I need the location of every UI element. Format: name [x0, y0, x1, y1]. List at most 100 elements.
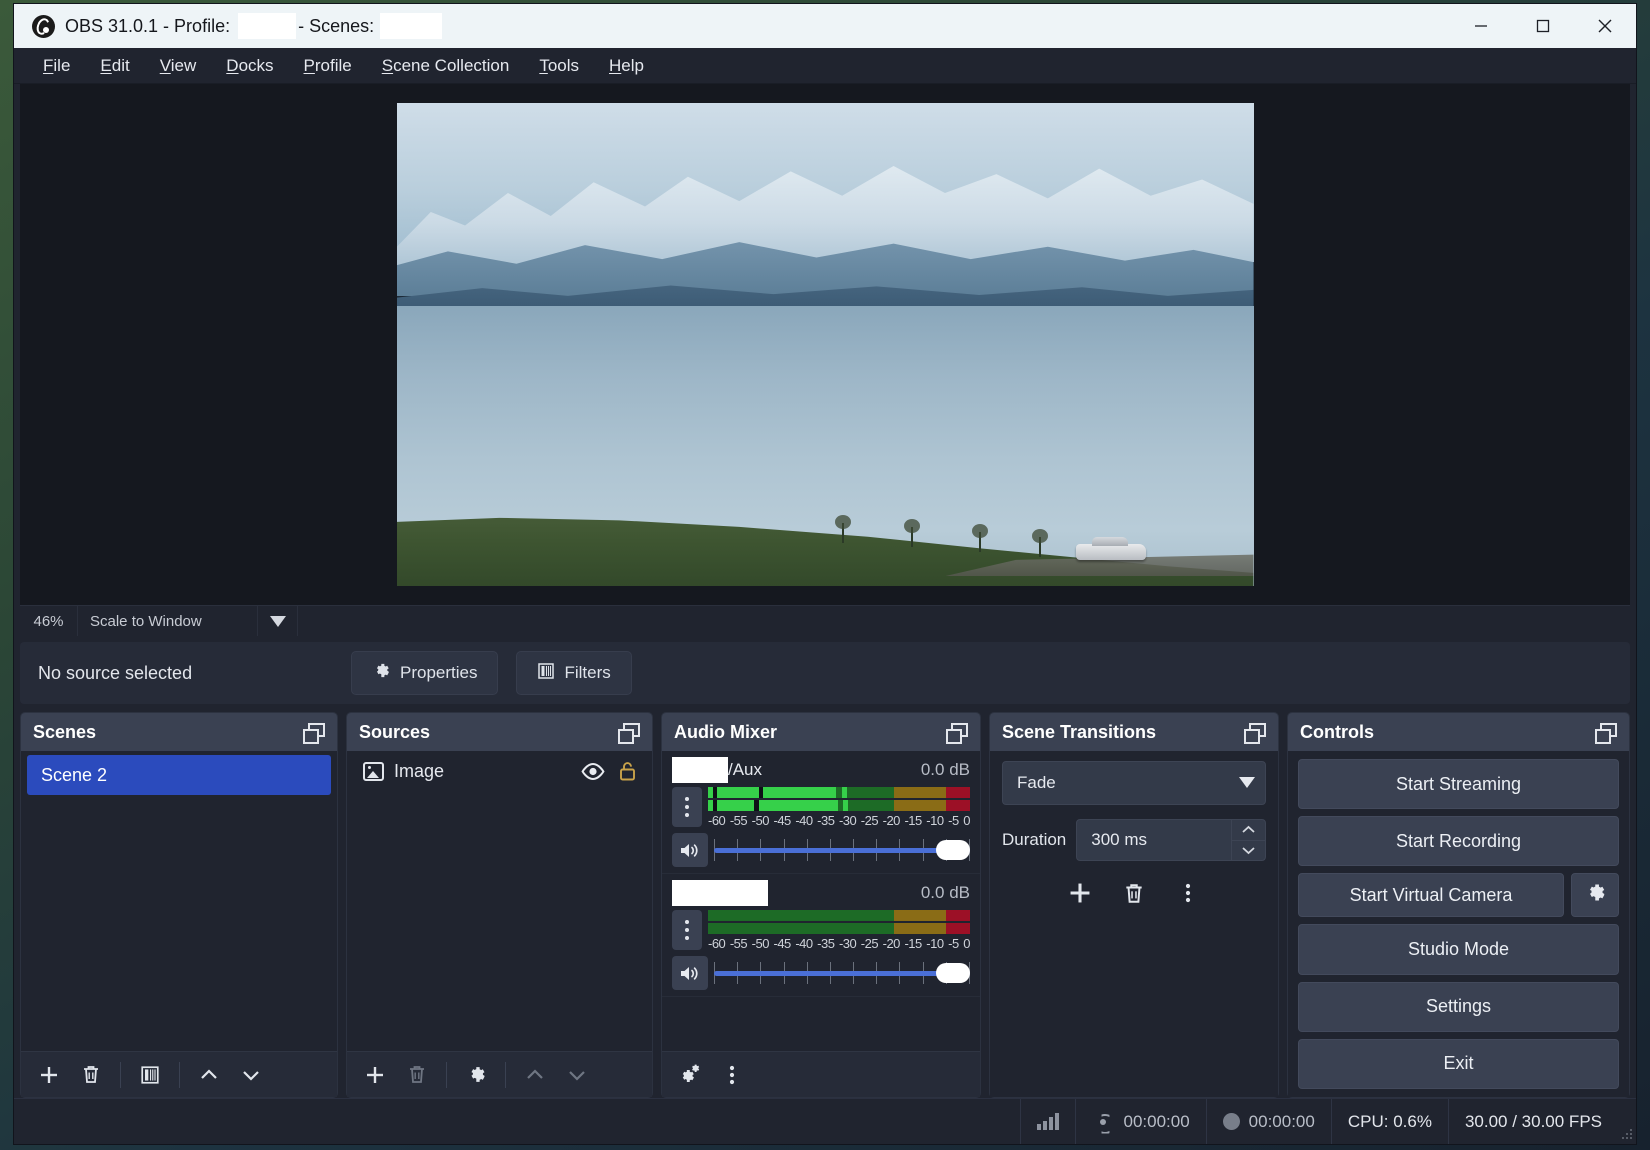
resize-grip[interactable] — [1618, 1099, 1636, 1144]
maximize-button[interactable] — [1512, 4, 1574, 48]
obs-logo-icon — [32, 15, 55, 38]
duration-stepper[interactable]: 300 ms — [1076, 819, 1266, 861]
move-source-down-button[interactable] — [557, 1057, 597, 1093]
audio-track-name-suffix: /Aux — [728, 760, 762, 780]
scenes-dock: Scenes Scene 2 — [20, 712, 338, 1098]
dock-row: Scenes Scene 2 — [14, 708, 1636, 1098]
undock-icon[interactable] — [618, 723, 640, 741]
duration-value: 300 ms — [1091, 830, 1147, 850]
scenes-toolbar — [21, 1051, 337, 1097]
add-source-button[interactable] — [355, 1057, 395, 1093]
duration-label: Duration — [1002, 830, 1066, 850]
menu-docks[interactable]: Docks — [213, 52, 286, 80]
profile-name-redacted — [238, 13, 296, 39]
sources-list[interactable]: Image — [347, 751, 652, 1051]
close-button[interactable] — [1574, 4, 1636, 48]
menu-scene-collection[interactable]: Scene Collection — [369, 52, 523, 80]
preview-canvas[interactable] — [397, 103, 1254, 586]
undock-icon[interactable] — [946, 723, 968, 741]
audio-mixer-toolbar — [662, 1051, 980, 1097]
preview-tree — [979, 532, 981, 552]
scenes-dock-title: Scenes — [33, 722, 96, 743]
move-scene-up-button[interactable] — [189, 1057, 229, 1093]
audio-track: /Aux 0.0 dB — [662, 751, 980, 874]
selected-source-status: No source selected — [38, 663, 333, 684]
properties-button[interactable]: Properties — [351, 651, 498, 695]
menu-edit[interactable]: Edit — [87, 52, 142, 80]
sources-dock-title: Sources — [359, 722, 430, 743]
menu-profile[interactable]: Profile — [291, 52, 365, 80]
menu-help[interactable]: Help — [596, 52, 657, 80]
controls-body: Start Streaming Start Recording Start Vi… — [1288, 751, 1629, 1097]
audio-track-db: 0.0 dB — [921, 760, 970, 780]
remove-transition-button[interactable] — [1114, 875, 1154, 911]
transition-menu-button[interactable] — [1168, 875, 1208, 911]
menu-file[interactable]: File — [30, 52, 83, 80]
audio-track-header: /Aux 0.0 dB — [672, 755, 970, 785]
audio-track-name-redacted — [672, 757, 728, 783]
audio-meter-scale: -60 -55 -50 -45 -40 -35 -30 -25 -20 -1 — [708, 813, 970, 828]
audio-settings-button[interactable] — [670, 1057, 710, 1093]
filters-button[interactable]: Filters — [516, 651, 631, 695]
audio-mixer-tracks: /Aux 0.0 dB — [662, 751, 980, 1051]
move-scene-down-button[interactable] — [231, 1057, 271, 1093]
fps-status: 30.00 / 30.00 FPS — [1448, 1099, 1618, 1144]
volume-slider-knob[interactable] — [936, 840, 970, 860]
menu-tools[interactable]: Tools — [526, 52, 592, 80]
preview-area[interactable] — [20, 84, 1630, 605]
transition-duration-row: Duration 300 ms — [1002, 819, 1266, 861]
source-list-item[interactable]: Image — [347, 751, 652, 791]
main-window: OBS 31.0.1 - Profile: - Scenes: — [14, 4, 1636, 1144]
virtual-camera-settings-button[interactable] — [1571, 873, 1619, 917]
connection-status — [1020, 1099, 1075, 1144]
audio-menu-button[interactable] — [712, 1057, 752, 1093]
preview-scale-filler — [298, 606, 1630, 636]
volume-slider[interactable] — [714, 835, 970, 865]
title-bar: OBS 31.0.1 - Profile: - Scenes: — [14, 4, 1636, 48]
start-virtual-camera-button[interactable]: Start Virtual Camera — [1298, 873, 1564, 917]
eye-icon[interactable] — [580, 761, 606, 781]
vertical-dots-icon[interactable] — [672, 787, 702, 827]
settings-button[interactable]: Settings — [1298, 982, 1619, 1032]
remove-scene-button[interactable] — [71, 1057, 111, 1093]
move-source-up-button[interactable] — [515, 1057, 555, 1093]
menu-view[interactable]: View — [147, 52, 210, 80]
audio-volume-row — [672, 956, 970, 990]
speaker-icon[interactable] — [672, 956, 708, 990]
gear-icon — [1584, 881, 1607, 909]
preview-scale-mode[interactable]: Scale to Window — [78, 606, 258, 636]
broadcast-icon — [1092, 1113, 1114, 1131]
volume-slider-knob[interactable] — [936, 963, 970, 983]
scene-list-item[interactable]: Scene 2 — [27, 755, 331, 795]
duration-spin-arrows — [1231, 820, 1265, 860]
undock-icon[interactable] — [1595, 723, 1617, 741]
remove-source-button[interactable] — [397, 1057, 437, 1093]
add-scene-button[interactable] — [29, 1057, 69, 1093]
undock-icon[interactable] — [1244, 723, 1266, 741]
audio-track: 0.0 dB — [662, 874, 980, 997]
minimize-button[interactable] — [1450, 4, 1512, 48]
lock-icon[interactable] — [616, 759, 638, 783]
chevron-down-icon[interactable] — [258, 606, 298, 636]
duration-increment-button[interactable] — [1232, 820, 1265, 841]
undock-icon[interactable] — [303, 723, 325, 741]
source-properties-button[interactable] — [456, 1057, 496, 1093]
controls-dock-title: Controls — [1300, 722, 1374, 743]
exit-button[interactable]: Exit — [1298, 1039, 1619, 1089]
vertical-dots-icon[interactable] — [672, 910, 702, 950]
start-recording-button[interactable]: Start Recording — [1298, 816, 1619, 866]
scenes-list[interactable]: Scene 2 — [21, 751, 337, 1051]
status-bar-spacer — [14, 1099, 1020, 1144]
window-title-middle: - Scenes: — [298, 16, 374, 37]
start-streaming-button[interactable]: Start Streaming — [1298, 759, 1619, 809]
volume-slider[interactable] — [714, 958, 970, 988]
stream-status: 00:00:00 — [1075, 1099, 1205, 1144]
scene-transitions-dock-header: Scene Transitions — [990, 713, 1278, 751]
speaker-icon[interactable] — [672, 833, 708, 867]
studio-mode-button[interactable]: Studio Mode — [1298, 924, 1619, 974]
audio-level-meter: -60 -55 -50 -45 -40 -35 -30 -25 -20 -1 — [708, 787, 970, 828]
duration-decrement-button[interactable] — [1232, 841, 1265, 861]
add-transition-button[interactable] — [1060, 875, 1100, 911]
scene-filters-button[interactable] — [130, 1057, 170, 1093]
transition-select[interactable]: Fade — [1002, 761, 1266, 805]
